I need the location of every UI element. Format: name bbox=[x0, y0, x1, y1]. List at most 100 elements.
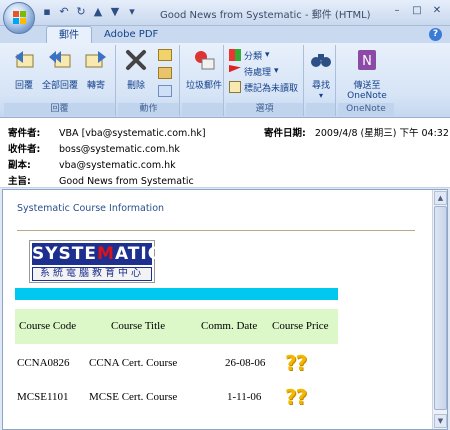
window-title: Good News from Systematic - 郵件 (HTML) bbox=[160, 10, 371, 21]
junk-mail-button[interactable]: 垃圾郵件 bbox=[184, 47, 224, 91]
up-arrow-icon[interactable]: ▲ bbox=[91, 5, 105, 19]
mark-unread-icon bbox=[229, 81, 241, 93]
row-date: 26-08-06 bbox=[225, 357, 266, 369]
reply-icon bbox=[15, 51, 34, 68]
onenote-icon: N bbox=[358, 50, 376, 70]
other-actions-icon[interactable] bbox=[158, 85, 172, 97]
scroll-up-icon[interactable]: ▲ bbox=[434, 191, 447, 205]
group-junk-label bbox=[182, 103, 223, 116]
junk-mail-label: 垃圾郵件 bbox=[185, 81, 222, 91]
down-arrow-icon[interactable]: ▼ bbox=[108, 5, 122, 19]
table-header: Course Code Course Title Comm. Date Cour… bbox=[15, 309, 338, 344]
forward-button[interactable]: 轉寄 bbox=[78, 47, 114, 91]
subject-value: Good News from Systematic bbox=[59, 176, 194, 187]
col-course-price: Course Price bbox=[272, 320, 329, 332]
col-comm-date: Comm. Date bbox=[201, 320, 258, 332]
reply-all-icon bbox=[49, 51, 71, 68]
to-row: 收件者: boss@systematic.com.hk bbox=[8, 141, 180, 155]
undo-icon[interactable]: ↶ bbox=[57, 5, 71, 19]
row-title: MCSE Cert. Course bbox=[89, 391, 178, 403]
reply-all-label: 全部回覆 bbox=[42, 81, 79, 91]
junk-mail-icon bbox=[195, 51, 215, 70]
title-bar: ▪ ↶ ↻ ▲ ▼ ▾ Good News from Systematic - … bbox=[0, 0, 450, 26]
date-row: 寄件日期: 2009/4/8 (星期三) 下午 04:32 bbox=[264, 125, 449, 139]
categorize-button[interactable]: 分類 ▾ bbox=[229, 48, 270, 62]
table-row: MCSE1101 MCSE Cert. Course 1-11-06 ?? bbox=[15, 381, 338, 415]
section-title: Systematic Course Information bbox=[17, 203, 165, 214]
logo-text-part-3: ATIC bbox=[114, 244, 162, 264]
price-question-icon: ?? bbox=[285, 385, 307, 409]
window-controls: – □ ✕ bbox=[388, 3, 446, 19]
group-options: 分類 ▾ 待處理 ▾ 標記為未讀取 選項 bbox=[226, 45, 304, 116]
mark-unread-button[interactable]: 標記為未讀取 bbox=[229, 80, 298, 94]
group-find-label bbox=[306, 103, 335, 116]
ribbon: 回覆 全部回覆 轉寄 回覆 刪除 動作 垃圾郵件 分類 ▾ 待處理 ▾ 標記為未… bbox=[0, 43, 450, 118]
tab-message[interactable]: 郵件 bbox=[46, 26, 92, 43]
row-date: 1-11-06 bbox=[227, 391, 262, 403]
send-to-onenote-button[interactable]: N 傳送至 OneNote bbox=[342, 47, 392, 101]
group-options-label: 選項 bbox=[226, 103, 303, 116]
row-code: CCNA0826 bbox=[17, 357, 70, 369]
redo-icon[interactable]: ↻ bbox=[74, 5, 88, 19]
office-logo-icon bbox=[13, 11, 26, 24]
logo-chinese-name: 系統電腦教育中心 bbox=[32, 267, 152, 281]
from-label: 寄件者: bbox=[8, 128, 41, 139]
maximize-icon[interactable]: □ bbox=[408, 3, 426, 19]
rules-icon[interactable] bbox=[158, 67, 172, 79]
row-code: MCSE1101 bbox=[17, 391, 69, 403]
message-headers: 寄件者: VBA [vba@systematic.com.hk] 寄件日期: 2… bbox=[0, 118, 450, 188]
body-content: Systematic Course Information SYSTEMATIC… bbox=[13, 200, 420, 430]
subject-label: 主旨: bbox=[8, 176, 31, 187]
help-icon[interactable]: ? bbox=[429, 28, 442, 41]
group-onenote: N 傳送至 OneNote OneNote bbox=[338, 45, 394, 116]
office-button[interactable] bbox=[3, 2, 35, 34]
mark-unread-label: 標記為未讀取 bbox=[244, 83, 299, 94]
row-title: CCNA Cert. Course bbox=[89, 357, 178, 369]
col-course-code: Course Code bbox=[19, 320, 77, 332]
separator-line bbox=[17, 230, 415, 231]
forward-icon bbox=[85, 51, 106, 68]
cc-label: 副本: bbox=[8, 160, 31, 171]
send-to-onenote-label: 傳送至 OneNote bbox=[347, 81, 387, 101]
cyan-banner bbox=[15, 288, 338, 300]
group-actions-label: 動作 bbox=[118, 103, 179, 116]
delete-button[interactable]: 刪除 bbox=[118, 47, 154, 91]
delete-icon bbox=[126, 50, 146, 70]
message-body: Systematic Course Information SYSTEMATIC… bbox=[2, 189, 448, 430]
from-value[interactable]: VBA [vba@systematic.com.hk] bbox=[59, 128, 206, 139]
group-onenote-label: OneNote bbox=[338, 103, 394, 116]
to-value[interactable]: boss@systematic.com.hk bbox=[59, 144, 180, 155]
save-icon[interactable]: ▪ bbox=[40, 5, 54, 19]
tab-adobe-pdf[interactable]: Adobe PDF bbox=[92, 26, 170, 43]
group-respond-label: 回覆 bbox=[4, 103, 115, 116]
col-course-title: Course Title bbox=[111, 320, 166, 332]
close-icon[interactable]: ✕ bbox=[428, 3, 446, 19]
quick-access-toolbar: ▪ ↶ ↻ ▲ ▼ ▾ bbox=[40, 5, 139, 19]
follow-up-button[interactable]: 待處理 ▾ bbox=[229, 64, 279, 78]
move-icon[interactable] bbox=[158, 49, 172, 61]
vertical-scrollbar[interactable]: ▲ ▼ bbox=[432, 190, 447, 429]
reply-all-button[interactable]: 全部回覆 bbox=[42, 47, 78, 91]
systematic-logo: SYSTEMATIC 系統電腦教育中心 bbox=[29, 240, 160, 283]
reply-button[interactable]: 回覆 bbox=[6, 47, 42, 91]
scroll-thumb[interactable] bbox=[434, 206, 447, 410]
qat-dropdown-icon[interactable]: ▾ bbox=[125, 5, 139, 19]
find-button[interactable]: 尋找 ▾ bbox=[303, 47, 339, 100]
price-question-icon: ?? bbox=[285, 351, 307, 375]
logo-text-part-2: M bbox=[97, 244, 115, 264]
binoculars-icon bbox=[311, 54, 331, 67]
minimize-icon[interactable]: – bbox=[388, 3, 406, 19]
group-junk: 垃圾郵件 bbox=[182, 45, 224, 116]
reply-label: 回覆 bbox=[14, 81, 33, 91]
scroll-down-icon[interactable]: ▼ bbox=[434, 414, 447, 428]
follow-up-label: 待處理 bbox=[244, 67, 272, 78]
cc-value[interactable]: vba@systematic.com.hk bbox=[59, 160, 176, 171]
svg-text:N: N bbox=[362, 54, 372, 69]
categorize-icon bbox=[229, 49, 241, 61]
group-actions: 刪除 動作 bbox=[118, 45, 180, 116]
logo-text-part-1: SYSTE bbox=[32, 244, 98, 264]
delete-label: 刪除 bbox=[126, 81, 145, 91]
date-value: 2009/4/8 (星期三) 下午 04:32 bbox=[314, 128, 449, 139]
group-find: 尋找 ▾ bbox=[306, 45, 336, 116]
cc-row: 副本: vba@systematic.com.hk bbox=[8, 157, 176, 171]
